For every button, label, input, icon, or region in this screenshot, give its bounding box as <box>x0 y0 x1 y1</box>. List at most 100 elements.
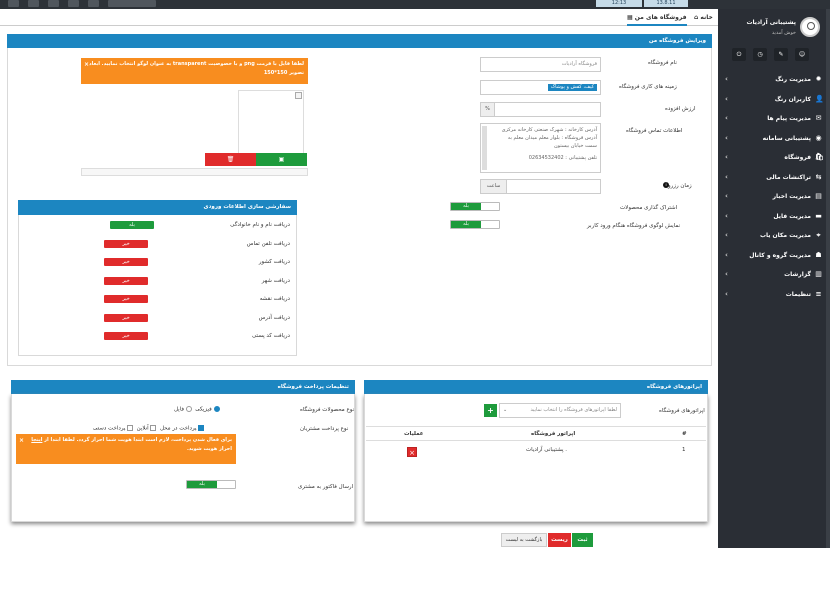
contact-label: اطلاعات تماس فروشگاه <box>626 128 683 134</box>
menu-item-icon: ✉ <box>815 114 822 122</box>
home-icon: ⌂ <box>694 14 699 21</box>
col-operator: اپراتور فروشگاه <box>531 431 576 437</box>
menu-item-icon: ✹ <box>815 75 822 83</box>
menu-item-icon: ▬ <box>815 211 822 220</box>
vat-input[interactable]: % <box>480 102 601 117</box>
user-name: پشتیبانی آرادیات <box>746 19 796 26</box>
order-row-toggle[interactable]: بله <box>110 221 154 229</box>
camera-icon[interactable]: ▣ <box>256 153 307 166</box>
sidebar-item-4[interactable]: ◉ پشتیبانی سامانه ‹ <box>718 129 830 149</box>
business-input[interactable]: کیف، کفش و پوشاک <box>480 80 601 95</box>
sidebar-item-2[interactable]: 👤 کاربران رنگ ‹ <box>718 90 830 110</box>
hour-addon: ساعت <box>481 180 507 193</box>
operators-table-header: # اپراتور فروشگاه عملیات <box>366 426 706 441</box>
payment-panel-header: تنظیمات پرداخت فروشگاه <box>11 380 355 394</box>
radio-digital[interactable] <box>185 406 192 412</box>
product-type-options: فیزیکی فایل <box>174 406 220 413</box>
menu-item-icon: ◉ <box>815 133 822 142</box>
col-actions: عملیات <box>404 431 424 437</box>
sidebar-item-11[interactable]: ▥ گزارشات ‹ <box>718 265 830 285</box>
sidebar-item-5[interactable]: 🛍 فروشگاه ‹ <box>718 148 830 168</box>
grid-icon: ▦ <box>627 14 633 21</box>
checkbox-online[interactable] <box>150 425 157 431</box>
sidebar-item-6[interactable]: ⇆ تراکنشات مالی ‹ <box>718 168 830 188</box>
order-row-label: دریافت تلفن تماس <box>246 240 290 247</box>
checkbox-cod[interactable] <box>198 425 205 431</box>
show-logo-toggle[interactable]: بله <box>450 220 500 229</box>
delete-logo-button[interactable]: 🗑 <box>205 153 256 166</box>
chevron-left-icon: ‹ <box>725 270 728 278</box>
search-box[interactable] <box>108 0 156 7</box>
logo-preview <box>238 90 304 154</box>
user-icon[interactable] <box>88 0 99 7</box>
sidebar-item-7[interactable]: ▤ مدیریت اخبار ‹ <box>718 187 830 207</box>
order-panel-header: سفارشی سازی اطلاعات ورودی <box>18 200 297 215</box>
product-type-label: نوع محصولات فروشگاه <box>300 407 355 413</box>
sidebar-item-3[interactable]: ✉ مدیریت پیام ها ‹ <box>718 109 830 129</box>
chevron-left-icon: ‹ <box>725 114 728 122</box>
order-row-label: دریافت نام و نام خانوادگی <box>230 222 290 228</box>
sidebar-item-label: پشتیبانی سامانه <box>762 134 811 142</box>
business-tag[interactable]: کیف، کفش و پوشاک <box>547 84 597 91</box>
profile-icon[interactable]: ☺ <box>795 48 809 61</box>
sidebar-item-8[interactable]: ▬ مدیریت فایل ‹ <box>718 207 830 227</box>
tab-home[interactable]: خانه ⌂ <box>694 9 713 26</box>
reset-button[interactable]: ریست <box>548 533 571 547</box>
order-row-toggle[interactable]: خیر <box>104 239 148 248</box>
store-name-input[interactable]: فروشگاه آرادیات <box>480 57 601 72</box>
order-row-toggle[interactable]: خیر <box>104 276 148 285</box>
sidebar-scrollbar[interactable] <box>826 9 830 548</box>
settings-icon[interactable] <box>68 0 79 7</box>
sidebar-item-label: تراکنشات مالی <box>766 173 811 181</box>
invoice-toggle[interactable]: بله <box>186 480 236 489</box>
sidebar-item-10[interactable]: ☗ مدیریت گروه و کانال ‹ <box>718 246 830 266</box>
order-row-toggle[interactable]: خیر <box>104 295 148 303</box>
add-operator-button[interactable]: + <box>484 404 497 417</box>
chevron-left-icon: ‹ <box>725 211 728 220</box>
power-icon[interactable]: ⏻ <box>732 48 746 61</box>
order-row-toggle[interactable]: خیر <box>104 332 148 340</box>
broken-image-icon <box>295 92 302 99</box>
clock-icon[interactable]: ◷ <box>753 48 767 61</box>
order-row-label: دریافت کد پستی <box>251 333 290 339</box>
sidebar: پشتیبانی آرادیات خوش آمدید ⏻ ◷ ✎ ☺ ✹ مدیر… <box>718 9 830 548</box>
sidebar-item-1[interactable]: ✹ مدیریت رنگ ‹ <box>718 70 830 90</box>
close-icon[interactable]: × <box>19 436 24 445</box>
menu-item-icon: ⇆ <box>815 172 822 181</box>
sidebar-item-label: گزارشات <box>784 271 811 278</box>
textarea-scrollbar[interactable] <box>482 126 487 170</box>
tab-bar: خانه ⌂ فروشگاه های من ▦ <box>0 9 718 26</box>
sidebar-item-9[interactable]: ⌖ مدیریت مکان یاب ‹ <box>718 226 830 246</box>
menu-item-icon: ▤ <box>815 192 822 200</box>
menu-item-icon: 👤 <box>815 94 824 103</box>
date: 13.8.11 <box>644 0 688 7</box>
percent-addon: % <box>481 103 495 116</box>
chevron-left-icon: ‹ <box>725 172 728 181</box>
tool-icon[interactable] <box>48 0 59 7</box>
window-icon[interactable] <box>28 0 39 7</box>
save-button[interactable]: ثبت <box>572 533 593 547</box>
order-row-toggle[interactable]: خیر <box>104 258 148 266</box>
radio-physical[interactable] <box>213 406 220 412</box>
share-products-toggle[interactable]: بله <box>450 202 500 211</box>
order-row-toggle[interactable]: خیر <box>104 313 148 322</box>
info-icon[interactable]: i <box>663 182 669 188</box>
user-status: خوش آمدید <box>771 30 796 36</box>
avatar[interactable] <box>800 17 820 37</box>
back-to-list-button[interactable]: بازگشت به لیست <box>501 533 547 547</box>
chevron-left-icon: ‹ <box>725 250 728 259</box>
contact-textarea[interactable]: آدرس کارخانه : شهرک صنعتی کارخانه مرکزی … <box>480 123 601 173</box>
ready-time-input[interactable]: ساعت <box>480 179 601 194</box>
sidebar-item-12[interactable]: ≡ تنظیمات ‹ <box>718 285 830 305</box>
menu-item-icon: ▥ <box>815 270 822 278</box>
close-icon[interactable]: × <box>84 60 89 69</box>
invoice-label: ارسال فاکتور به مشتری <box>298 484 354 490</box>
verify-link[interactable]: اینجا <box>31 437 42 443</box>
order-row-label: دریافت نقشه <box>259 296 290 302</box>
tab-store[interactable]: فروشگاه های من ▦ <box>627 9 687 26</box>
checkbox-manual[interactable] <box>127 425 134 431</box>
edit-icon[interactable]: ✎ <box>774 48 788 61</box>
menu-icon[interactable] <box>8 0 19 7</box>
delete-icon[interactable]: × <box>407 447 417 457</box>
operators-select[interactable]: لطفا اپراتورهای فروشگاه را انتخاب نمایید… <box>499 403 621 418</box>
